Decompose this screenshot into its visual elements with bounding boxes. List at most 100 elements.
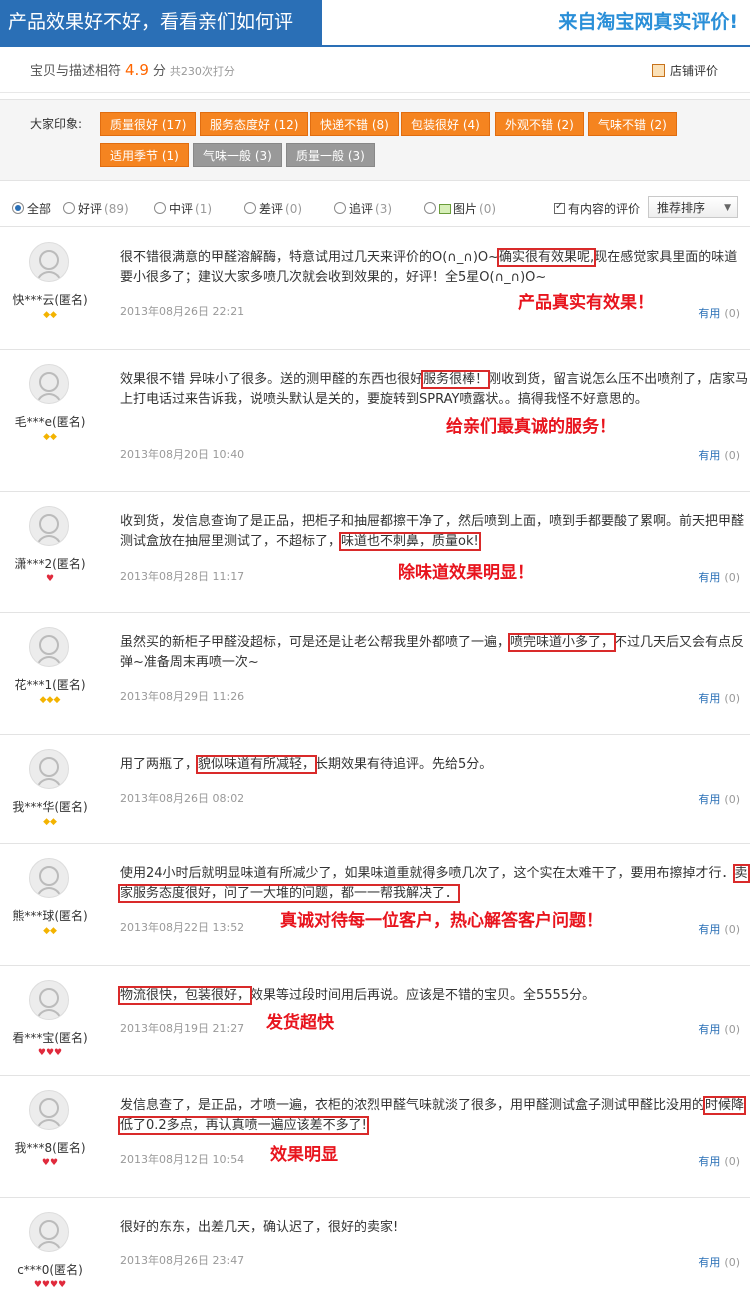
avatar — [29, 242, 69, 282]
review-highlight: 貌似味道有所减轻， — [196, 755, 318, 774]
user-level-icon: ◆◆◆ — [39, 695, 61, 705]
review-text: 很不错很满意的甲醛溶解酶，特意试用过几天来评价的O(∩_∩)O~确实很有效果呢,… — [120, 248, 750, 288]
useful-count: (0) — [724, 692, 740, 705]
filter-bar: 全部 好评(89) 中评(1) 差评(0) 追评(3) 图片(0) 有内容的评价… — [0, 190, 750, 227]
useful-button[interactable]: 有用 (0) — [698, 791, 740, 807]
impressions-panel: 大家印象: 质量很好 (17) 服务态度好 (12) 快递不错 (8) 包装很好… — [0, 99, 750, 181]
review-item: 快***云(匿名) ◆◆ 很不错很满意的甲醛溶解酶，特意试用过几天来评价的O(∩… — [0, 228, 750, 350]
rating-label: 宝贝与描述相符 — [30, 64, 122, 79]
useful-button[interactable]: 有用 (0) — [698, 447, 740, 463]
filter-bad-label: 差评 — [259, 202, 284, 216]
shop-rating-link[interactable]: 店铺评价 — [651, 62, 718, 79]
rating-score: 4.9 — [125, 61, 149, 79]
review-text-part: 虽然买的新柜子甲醛没超标，可是还是让老公帮我里外都喷了一遍， — [120, 635, 511, 650]
review-user: 快***云(匿名) — [12, 293, 88, 307]
review-note: 除味道效果明显！ — [398, 563, 534, 583]
filter-all[interactable]: 全部 — [12, 200, 51, 217]
impression-tag[interactable]: 气味不错 (2) — [588, 112, 677, 136]
impression-tag[interactable]: 包装很好 (4) — [401, 112, 490, 136]
useful-button[interactable]: 有用 (0) — [698, 305, 740, 321]
review-date: 2013年08月12日 10:54 — [120, 1153, 245, 1166]
review-text: 收到货，发信息查询了是正品，把柜子和抽屉都擦干净了，然后喷到上面，喷到手都要酸了… — [120, 512, 750, 552]
review-item: 看***宝(匿名) ♥♥♥ 物流很快，包装很好，效果等过段时间用后再说。应该是不… — [0, 966, 750, 1076]
review-user: 我***8(匿名) — [14, 1141, 86, 1155]
sort-select-value: 推荐排序 — [657, 201, 706, 215]
impression-tag[interactable]: 服务态度好 (12) — [200, 112, 309, 136]
review-note: 产品真实有效果！ — [518, 293, 654, 313]
user-level-icon: ◆◆ — [43, 926, 57, 936]
has-content-checkbox[interactable]: 有内容的评价 — [554, 200, 640, 217]
useful-label: 有用 — [698, 449, 721, 462]
review-item: 潇***2(匿名) ♥ 收到货，发信息查询了是正品，把柜子和抽屉都擦干净了，然后… — [0, 492, 750, 613]
useful-button[interactable]: 有用 (0) — [698, 690, 740, 706]
review-date: 2013年08月26日 22:21 — [120, 305, 245, 318]
impression-tag[interactable]: 气味一般 (3) — [193, 143, 282, 167]
useful-button[interactable]: 有用 (0) — [698, 1021, 740, 1037]
review-text: 很好的东东，出差几天，确认迟了，很好的卖家! — [120, 1218, 750, 1238]
user-level-icon: ♥♥♥ — [37, 1048, 63, 1058]
useful-count: (0) — [724, 923, 740, 936]
review-user: 熊***球(匿名) — [12, 909, 88, 923]
review-note: 效果明显 — [270, 1145, 338, 1165]
useful-count: (0) — [724, 1155, 740, 1168]
review-item: 我***华(匿名) ◆◆ 用了两瓶了，貌似味道有所减轻，长期效果有待追评。先给5… — [0, 735, 750, 844]
has-content-label: 有内容的评价 — [568, 202, 641, 216]
review-item: c***0(匿名) ♥♥♥♥ 很好的东东，出差几天，确认迟了，很好的卖家! 20… — [0, 1198, 750, 1315]
review-item: 我***8(匿名) ♥♥ 发信息查了，是正品，才喷一遍，衣柜的浓烈甲醛气味就淡了… — [0, 1076, 750, 1198]
impression-tag[interactable]: 外观不错 (2) — [495, 112, 584, 136]
filter-follow[interactable]: 追评 (3) — [334, 200, 392, 217]
filter-mid[interactable]: 中评 (1) — [154, 200, 212, 217]
review-user: 花***1(匿名) — [14, 678, 86, 692]
filter-all-label: 全部 — [27, 202, 52, 216]
impression-tag[interactable]: 适用季节 (1) — [100, 143, 189, 167]
review-text-part: 很不错很满意的甲醛溶解酶，特意试用过几天来评价的O(∩_∩)O~ — [120, 250, 500, 265]
shop-icon — [651, 64, 665, 77]
review-highlight: 物流很快，包装很好， — [117, 986, 253, 1005]
review-text: 使用24小时后就明显味道有所减少了，如果味道重就得多喷几次了，这个实在太难干了，… — [118, 864, 750, 904]
filter-bad[interactable]: 差评 (0) — [244, 200, 302, 217]
avatar — [29, 364, 69, 404]
user-level-icon: ◆◆ — [43, 817, 57, 827]
review-text-part: 长期效果有待追评。先给5分。 — [315, 757, 493, 772]
filter-pic[interactable]: 图片 (0) — [424, 200, 496, 217]
impression-tag[interactable]: 质量一般 (3) — [286, 143, 375, 167]
impression-tag[interactable]: 快递不错 (8) — [310, 112, 399, 136]
user-level-icon: ♥♥ — [41, 1158, 59, 1168]
user-level-icon: ◆◆ — [43, 310, 57, 320]
useful-button[interactable]: 有用 (0) — [698, 1254, 740, 1270]
useful-button[interactable]: 有用 (0) — [698, 921, 740, 937]
radio-icon — [244, 202, 256, 214]
sort-select[interactable]: 推荐排序 ▼ — [648, 196, 738, 218]
filter-good[interactable]: 好评 (89) — [63, 200, 129, 217]
filter-mid-label: 中评 — [169, 202, 194, 216]
review-text-part: 效果很不错 异味小了很多。送的测甲醛的东西也很好 — [120, 372, 424, 387]
impressions-label: 大家印象: — [30, 117, 83, 131]
impression-tag[interactable]: 质量很好 (17) — [100, 112, 197, 136]
avatar — [29, 858, 69, 898]
useful-button[interactable]: 有用 (0) — [698, 1153, 740, 1169]
filter-pic-count: (0) — [479, 202, 497, 216]
review-user: 我***华(匿名) — [12, 800, 88, 814]
review-highlight: 服务很棒！ — [421, 370, 491, 389]
filter-follow-label: 追评 — [349, 202, 374, 216]
filter-mid-count: (1) — [195, 202, 213, 216]
avatar — [29, 1212, 69, 1252]
avatar — [29, 506, 69, 546]
review-highlight: 喷完味道小多了， — [508, 633, 617, 652]
review-highlight: 味道也不刺鼻，质量ok! — [339, 532, 481, 551]
review-highlight: 确实很有效果呢, — [497, 248, 597, 267]
radio-icon — [154, 202, 166, 214]
useful-count: (0) — [724, 1256, 740, 1269]
useful-label: 有用 — [698, 923, 721, 936]
filter-good-label: 好评 — [78, 202, 103, 216]
header-title: 产品效果好不好，看看亲们如何评价? — [0, 0, 322, 78]
review-note: 给亲们最真诚的服务！ — [446, 417, 616, 437]
review-item: 熊***球(匿名) ◆◆ 使用24小时后就明显味道有所减少了，如果味道重就得多喷… — [0, 844, 750, 966]
useful-count: (0) — [724, 1023, 740, 1036]
review-item: 花***1(匿名) ◆◆◆ 虽然买的新柜子甲醛没超标，可是还是让老公帮我里外都喷… — [0, 613, 750, 735]
filter-pic-label: 图片 — [453, 202, 478, 216]
useful-label: 有用 — [698, 793, 721, 806]
review-date: 2013年08月29日 11:26 — [120, 690, 245, 703]
review-item: 毛***e(匿名) ◆◆ 效果很不错 异味小了很多。送的测甲醛的东西也很好服务很… — [0, 350, 750, 492]
useful-button[interactable]: 有用 (0) — [698, 569, 740, 585]
